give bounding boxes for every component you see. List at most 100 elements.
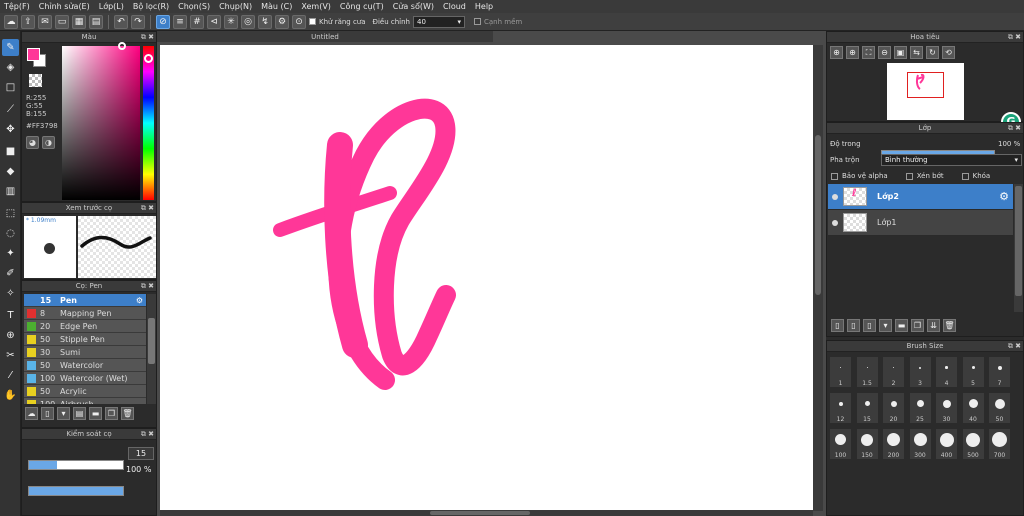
brush-size-preset[interactable]: 500 <box>962 429 984 459</box>
transparent-color-swatch[interactable] <box>29 74 42 87</box>
new-layer-icon[interactable]: ▯ <box>831 319 844 332</box>
export-icon[interactable]: ⇪ <box>21 14 35 29</box>
navigator-preview[interactable] <box>887 63 964 120</box>
brush-list-item[interactable]: 100 Airbrush <box>24 398 146 404</box>
gear-icon[interactable]: ⚙ <box>999 190 1009 203</box>
snap-settings-icon[interactable]: ⚙ <box>275 14 289 29</box>
layer-row[interactable]: Lớp1 <box>828 210 1013 236</box>
panel-close-icon[interactable]: ⧉ ✖ <box>1008 33 1021 42</box>
gear-icon[interactable]: ⚙ <box>136 296 143 305</box>
brush-properties-icon[interactable]: ▤ <box>73 407 86 420</box>
brush-size-preset[interactable]: 50 <box>989 393 1010 423</box>
brush-size-preset[interactable]: 4 <box>936 357 957 387</box>
menu-item[interactable]: Tệp(F) <box>4 2 30 11</box>
menu-item[interactable]: Chụp(N) <box>219 2 252 11</box>
menu-item[interactable]: Xem(V) <box>301 2 331 11</box>
antialias-checkbox[interactable] <box>309 18 316 25</box>
bucket-tool-icon[interactable]: ◆ <box>2 163 19 180</box>
add-layer-dropdown-icon[interactable]: ▾ <box>879 319 892 332</box>
menu-item[interactable]: Cloud <box>443 2 466 11</box>
canvas-tab[interactable]: Untitled <box>157 31 493 42</box>
duplicate-layer-icon[interactable]: ❐ <box>911 319 924 332</box>
brush-list-item[interactable]: 50 Watercolor <box>24 359 146 372</box>
brush-size-preset[interactable]: 200 <box>883 429 904 459</box>
color-history-icon[interactable]: ◑ <box>42 136 55 149</box>
menu-item[interactable]: Công cụ(T) <box>340 2 384 11</box>
chat-icon[interactable]: ✉ <box>38 14 52 29</box>
curve-snap-icon[interactable]: ↯ <box>258 14 272 29</box>
color-picker-handle[interactable] <box>118 42 126 50</box>
brush-list-item[interactable]: 20 Edge Pen <box>24 320 146 333</box>
eraser-tool-icon[interactable]: ◈ <box>2 59 19 76</box>
brush-cloud-icon[interactable]: ☁ <box>25 407 38 420</box>
scrollbar-thumb[interactable] <box>148 318 155 364</box>
canvas-vertical-scrollbar[interactable] <box>813 45 823 511</box>
flip-icon[interactable]: ⇆ <box>910 46 923 59</box>
menu-item[interactable]: Màu (C) <box>261 2 292 11</box>
brush-size-preset[interactable]: 150 <box>856 429 878 459</box>
divide-tool-icon[interactable]: ✂ <box>2 347 19 364</box>
zoom-in-icon[interactable]: ⊕ <box>830 46 843 59</box>
panel-close-icon[interactable]: ⧉ ✖ <box>141 282 154 291</box>
new-1bit-layer-icon[interactable]: ▯ <box>863 319 876 332</box>
circle-snap-icon[interactable]: ◎ <box>241 14 255 29</box>
brush-list-item[interactable]: 100 Watercolor (Wet) <box>24 372 146 385</box>
merge-layer-icon[interactable]: ⇊ <box>927 319 940 332</box>
parallel-snap-icon[interactable]: ≡ <box>173 14 187 29</box>
brush-size-preset[interactable]: 30 <box>936 393 957 423</box>
hand-tool-icon[interactable]: ✋ <box>2 387 19 404</box>
brush-size-preset[interactable]: 12 <box>830 393 851 423</box>
brush-size-preset[interactable]: 7 <box>989 357 1010 387</box>
text-tool-icon[interactable]: T <box>2 307 19 324</box>
brush-delete-icon[interactable]: 🗑 <box>121 407 134 420</box>
brush-size-preset[interactable]: 1 <box>830 357 851 387</box>
color-saturation-field[interactable] <box>62 46 140 200</box>
brush-size-input[interactable]: 15 <box>128 447 154 460</box>
comment-icon[interactable]: ▭ <box>55 14 69 29</box>
adjust-select[interactable]: 40 ▾ <box>413 15 465 28</box>
menu-item[interactable]: Chọn(S) <box>178 2 210 11</box>
hue-slider-handle[interactable] <box>144 54 153 63</box>
scrollbar-thumb[interactable] <box>815 135 821 295</box>
lasso-tool-icon[interactable]: ◌ <box>2 225 19 242</box>
rotate-icon[interactable]: ↻ <box>926 46 939 59</box>
brush-size-preset[interactable]: 20 <box>883 393 904 423</box>
vanish-snap-icon[interactable]: ⊲ <box>207 14 221 29</box>
blend-mode-select[interactable]: Bình thường ▾ <box>881 154 1022 166</box>
brush-size-preset[interactable]: 100 <box>830 429 851 459</box>
brush-size-preset[interactable]: 5 <box>962 357 984 387</box>
select-pen-tool-icon[interactable]: ✐ <box>2 265 19 282</box>
select-eraser-tool-icon[interactable]: ✧ <box>2 285 19 302</box>
hue-slider[interactable] <box>143 46 154 200</box>
undo-icon[interactable]: ↶ <box>114 14 128 29</box>
visibility-icon[interactable] <box>832 219 838 226</box>
gradient-tool-icon[interactable]: ▥ <box>2 183 19 200</box>
scrollbar-thumb[interactable] <box>1015 186 1022 296</box>
clipping-checkbox[interactable] <box>905 172 913 180</box>
brush-tool-icon[interactable]: ✎ <box>2 39 19 56</box>
new-brush-icon[interactable]: ▯ <box>41 407 54 420</box>
actual-size-icon[interactable]: ▣ <box>894 46 907 59</box>
reset-view-icon[interactable]: ⟲ <box>942 46 955 59</box>
drawing-canvas[interactable] <box>160 45 813 511</box>
layer-list-scrollbar[interactable] <box>1014 184 1023 312</box>
grid-icon[interactable]: ▦ <box>72 14 86 29</box>
brush-list-item[interactable]: 15 Pen ⚙ <box>24 294 146 307</box>
radial-snap-icon[interactable]: ✳ <box>224 14 238 29</box>
lock-checkbox[interactable] <box>961 172 969 180</box>
menu-item[interactable]: Help <box>475 2 493 11</box>
fill-rect-tool-icon[interactable]: ■ <box>2 143 19 160</box>
brush-size-preset[interactable]: 2 <box>883 357 904 387</box>
primary-color-swatch[interactable] <box>27 48 40 61</box>
eyedropper-tool-icon[interactable]: ⁄ <box>2 367 19 384</box>
layer-row[interactable]: ℓ Lớp2 ⚙ <box>828 184 1013 210</box>
new-halftone-layer-icon[interactable]: ▯ <box>847 319 860 332</box>
menu-item[interactable]: Chỉnh sửa(E) <box>39 2 90 11</box>
brush-size-preset[interactable]: 400 <box>936 429 957 459</box>
palette-icon[interactable]: ◕ <box>26 136 39 149</box>
move-tool-icon[interactable]: ✥ <box>2 121 19 138</box>
panel-close-icon[interactable]: ⧉ ✖ <box>141 430 154 439</box>
protect-alpha-checkbox[interactable] <box>831 172 838 180</box>
brush-size-preset[interactable]: 1.5 <box>856 357 878 387</box>
brush-copy-icon[interactable]: ❐ <box>105 407 118 420</box>
